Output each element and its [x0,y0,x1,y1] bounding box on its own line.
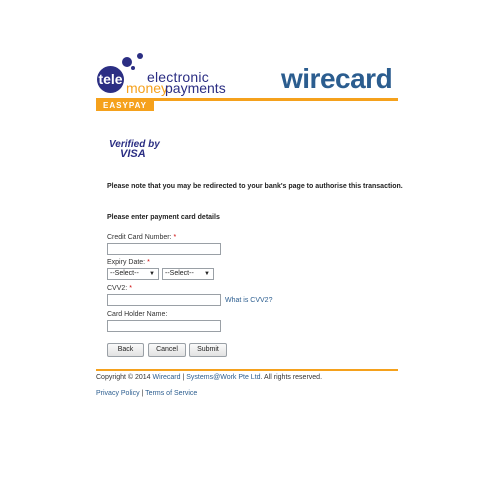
chevron-down-icon: ▼ [204,271,210,277]
footer-links: Privacy Policy | Terms of Service [96,390,197,397]
cvv-help-link[interactable]: What is CVV2? [225,297,272,304]
card-number-input[interactable] [107,243,221,255]
logo-dot-large [122,57,132,67]
back-button[interactable]: Back [107,343,144,357]
tele-logo: tele [97,66,124,93]
required-mark: * [129,285,132,292]
expiry-label-text: Expiry Date: [107,259,146,266]
wirecard-link[interactable]: Wirecard [153,374,181,381]
expiry-year-value: --Select-- [165,270,194,277]
footer-divider [96,369,398,371]
required-mark: * [173,234,177,241]
expiry-month-value: --Select-- [110,270,139,277]
systems-at-work-link[interactable]: Systems@Work Pte Ltd [186,374,260,381]
visa-logo: VISA [120,148,146,160]
logo-dot-tiny [131,66,135,70]
card-number-label: Credit Card Number: * [107,234,176,241]
form-section-title: Please enter payment card details [107,214,220,221]
chevron-down-icon: ▼ [149,271,155,277]
expiry-label: Expiry Date: * [107,259,150,266]
easypay-tab: EASYPAY [96,101,154,111]
expiry-month-select[interactable]: --Select-- ▼ [107,268,159,280]
brand-money: money [126,80,169,96]
privacy-policy-link[interactable]: Privacy Policy [96,390,140,397]
card-number-label-text: Credit Card Number: [107,234,172,241]
copyright-text: Copyright © 2014 [96,374,151,381]
card-holder-input[interactable] [107,320,221,332]
cvv-input[interactable] [107,294,221,306]
redirect-notice: Please note that you may be redirected t… [107,183,403,190]
rights-text: . All rights reserved. [260,374,323,381]
logo-dot-small [137,53,143,59]
wirecard-logo: wirecard [281,63,393,94]
cancel-button[interactable]: Cancel [148,343,186,357]
required-mark: * [147,259,150,266]
submit-button[interactable]: Submit [189,343,227,357]
cvv-label-text: CVV2: [107,285,128,292]
brand-payments: payments [165,80,226,96]
expiry-year-select[interactable]: --Select-- ▼ [162,268,214,280]
terms-of-service-link[interactable]: Terms of Service [145,390,197,397]
card-holder-label: Card Holder Name: [107,311,168,318]
cvv-label: CVV2: * [107,285,132,292]
copyright: Copyright © 2014 Wirecard | Systems@Work… [96,374,322,381]
